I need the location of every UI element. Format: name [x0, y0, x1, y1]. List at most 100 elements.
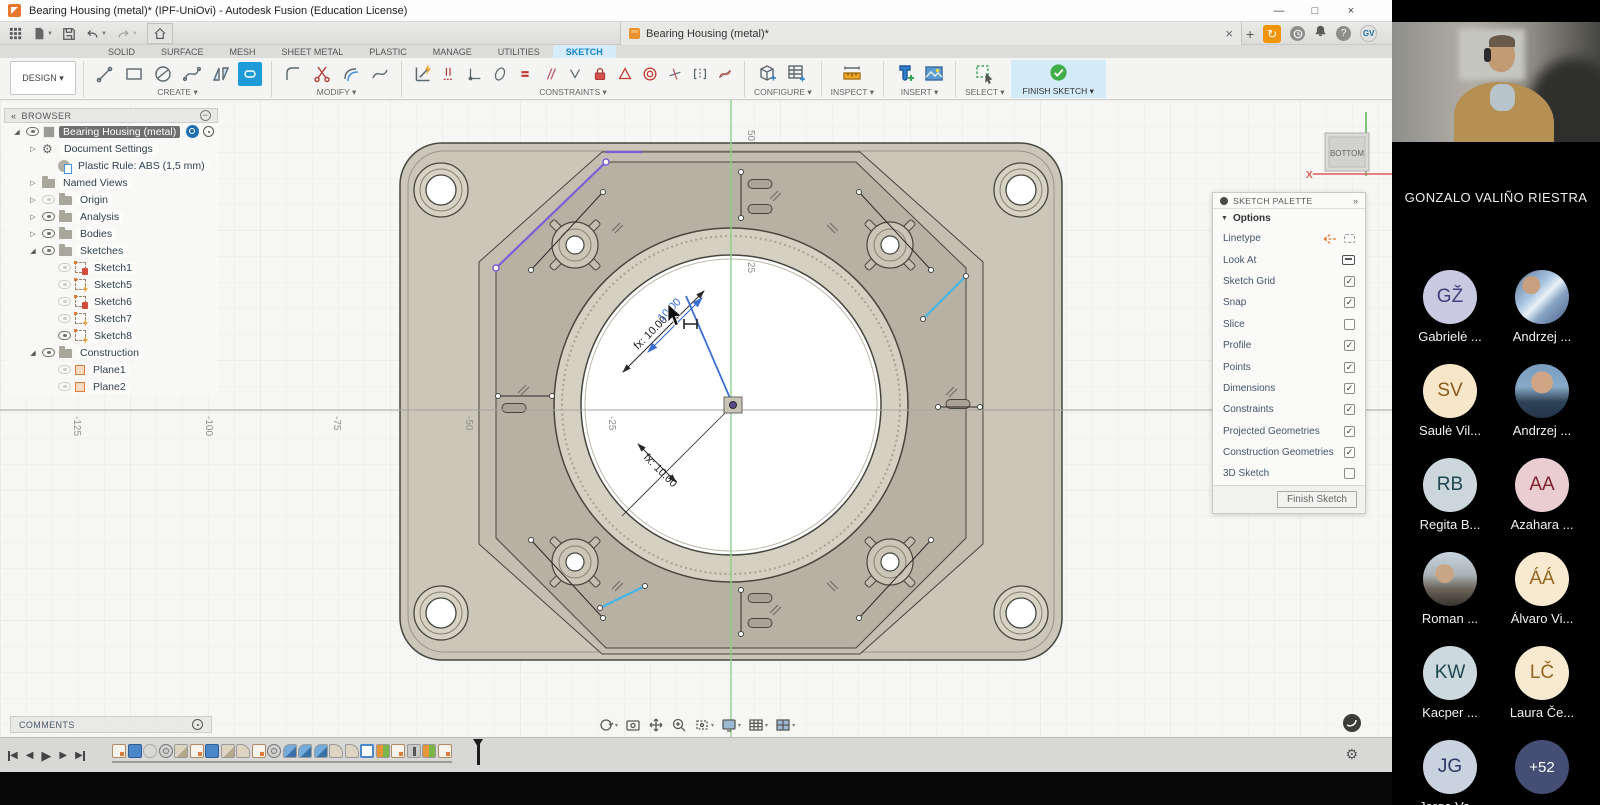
- minimize-panel-icon[interactable]: −: [200, 110, 211, 121]
- visibility-eye-icon[interactable]: [58, 382, 71, 391]
- tab-manage[interactable]: MANAGE: [420, 45, 485, 58]
- browser-item-sketches[interactable]: ◢ Sketches: [4, 242, 218, 259]
- timeline-feature-icon[interactable]: [407, 744, 421, 758]
- browser-item-sketch1[interactable]: Sketch1: [4, 259, 218, 276]
- participant-tile[interactable]: AA Azahara ...: [1496, 458, 1588, 532]
- comments-panel[interactable]: COMMENTS: [10, 716, 212, 733]
- palette-header[interactable]: SKETCH PALETTE »: [1213, 193, 1365, 209]
- parallel-constraint-icon[interactable]: [540, 62, 560, 86]
- visibility-eye-icon[interactable]: [58, 314, 71, 323]
- participant-tile[interactable]: KW Kacper ...: [1404, 646, 1496, 720]
- finish-sketch-palette-button[interactable]: Finish Sketch: [1277, 491, 1357, 508]
- participant-tile[interactable]: LČ Laura Če...: [1496, 646, 1588, 720]
- configure-feature-icon[interactable]: [756, 62, 780, 86]
- browser-item-bodies[interactable]: ▷ Bodies: [4, 225, 218, 242]
- slot-tool-icon[interactable]: [238, 62, 262, 86]
- timeline-feature-icon[interactable]: [174, 744, 188, 758]
- participant-avatar[interactable]: AA: [1515, 458, 1569, 512]
- palette-option-snap[interactable]: Snap: [1213, 292, 1365, 313]
- checkbox-checked[interactable]: [1344, 340, 1355, 351]
- palette-option-dimensions[interactable]: Dimensions: [1213, 378, 1365, 399]
- rectangle-tool-icon[interactable]: [122, 62, 146, 86]
- browser-item-sketch6[interactable]: Sketch6: [4, 293, 218, 310]
- orbit-icon[interactable]: ▾: [598, 717, 618, 733]
- insert-image-icon[interactable]: [922, 62, 946, 86]
- timeline-feature-icon[interactable]: [236, 744, 250, 758]
- timeline-feature-icon[interactable]: [112, 744, 126, 758]
- design-canvas[interactable]: -125 -100 -75 -50 -25 50 25: [0, 100, 1392, 737]
- participant-avatar[interactable]: JG: [1423, 740, 1477, 794]
- break-tool-icon[interactable]: [368, 62, 392, 86]
- checkbox-checked[interactable]: [1344, 426, 1355, 437]
- finish-sketch-button[interactable]: FINISH SKETCH ▾: [1011, 60, 1106, 98]
- tab-mesh[interactable]: MESH: [217, 45, 269, 58]
- speaker-video-tile[interactable]: [1392, 22, 1600, 142]
- notifications-bell-icon[interactable]: [1314, 24, 1327, 43]
- browser-item-named-views[interactable]: ▷ Named Views: [4, 174, 218, 191]
- expander-icon[interactable]: ▷: [28, 179, 38, 187]
- feedback-icon[interactable]: [1343, 714, 1361, 732]
- project-geometry-icon[interactable]: [465, 62, 485, 86]
- tab-plastic[interactable]: PLASTIC: [356, 45, 420, 58]
- timeline-feature-icon[interactable]: [221, 744, 235, 758]
- tangent-constraint-icon[interactable]: [665, 62, 685, 86]
- equal-constraint-icon[interactable]: [515, 62, 535, 86]
- inspect-group-label[interactable]: INSPECT ▾: [831, 87, 874, 97]
- timeline-feature-icon[interactable]: [298, 744, 312, 758]
- timeline-feature-icon[interactable]: [283, 744, 297, 758]
- participant-avatar[interactable]: RB: [1423, 458, 1477, 512]
- participant-tile[interactable]: GŽ Gabrielė ...: [1404, 270, 1496, 344]
- new-tab-icon[interactable]: +: [1246, 26, 1254, 42]
- sketch-dimension-icon[interactable]: [411, 62, 435, 86]
- visibility-eye-icon[interactable]: [42, 195, 55, 204]
- participant-tile[interactable]: Andrzej ...: [1496, 364, 1588, 438]
- circle-tool-icon[interactable]: [151, 62, 175, 86]
- participant-avatar[interactable]: LČ: [1515, 646, 1569, 700]
- configure-group-label[interactable]: CONFIGURE ▾: [754, 87, 812, 97]
- checkbox-checked[interactable]: [1344, 447, 1355, 458]
- browser-item-sketch8[interactable]: Sketch8: [4, 327, 218, 344]
- options-section-header[interactable]: ▼ Options: [1213, 209, 1365, 228]
- palette-option-sketch-grid[interactable]: Sketch Grid: [1213, 271, 1365, 292]
- tab-solid[interactable]: SOLID: [95, 45, 148, 58]
- checkbox-unchecked[interactable]: [1344, 468, 1355, 479]
- play-icon[interactable]: ▶: [41, 748, 51, 764]
- measure-ruler-icon[interactable]: [840, 62, 864, 86]
- checkbox-checked[interactable]: [1344, 362, 1355, 373]
- tab-sketch[interactable]: SKETCH: [553, 45, 616, 58]
- look-at-icon[interactable]: [625, 717, 641, 733]
- browser-item-plastic-rule[interactable]: Plastic Rule: ABS (1,5 mm): [4, 157, 218, 174]
- mirror-tool-icon[interactable]: [209, 62, 233, 86]
- timeline-feature-icon[interactable]: [267, 744, 281, 758]
- rectangular-pattern-icon[interactable]: [440, 62, 460, 86]
- polygon-constraint-icon[interactable]: [615, 62, 635, 86]
- offset-tool-icon[interactable]: [339, 62, 363, 86]
- activate-component-icon[interactable]: [203, 126, 214, 137]
- timeline-feature-icon[interactable]: [143, 744, 157, 758]
- maximize-button[interactable]: □: [1308, 5, 1322, 17]
- palette-option-slice[interactable]: Slice: [1213, 314, 1365, 335]
- spline-tool-icon[interactable]: [180, 62, 204, 86]
- participant-tile[interactable]: JG Jorge Va...: [1404, 740, 1496, 805]
- insert-fastener-icon[interactable]: [893, 62, 917, 86]
- visibility-eye-icon[interactable]: [42, 348, 55, 357]
- linetype-box-icon[interactable]: [1344, 234, 1355, 243]
- fillet-tool-icon[interactable]: [281, 62, 305, 86]
- line-tool-icon[interactable]: [93, 62, 117, 86]
- coincident-constraint-icon[interactable]: [565, 62, 585, 86]
- curvature-constraint-icon[interactable]: [715, 62, 735, 86]
- timeline-feature-icon[interactable]: [205, 744, 219, 758]
- visibility-eye-icon[interactable]: [58, 280, 71, 289]
- close-tab-icon[interactable]: ×: [1225, 26, 1233, 41]
- modify-group-label[interactable]: MODIFY ▾: [317, 87, 357, 97]
- grid-settings-icon[interactable]: ▾: [748, 717, 768, 733]
- home-icon[interactable]: [147, 23, 173, 44]
- participant-tile[interactable]: RB Regita B...: [1404, 458, 1496, 532]
- fit-icon[interactable]: ▾: [694, 717, 714, 733]
- participant-avatar[interactable]: GŽ: [1423, 270, 1477, 324]
- insert-group-label[interactable]: INSERT ▾: [901, 87, 939, 97]
- visibility-eye-icon[interactable]: [42, 246, 55, 255]
- timeline-feature-icon[interactable]: [391, 744, 405, 758]
- timeline-feature-icon[interactable]: [360, 744, 374, 758]
- step-back-icon[interactable]: ◀: [26, 750, 34, 761]
